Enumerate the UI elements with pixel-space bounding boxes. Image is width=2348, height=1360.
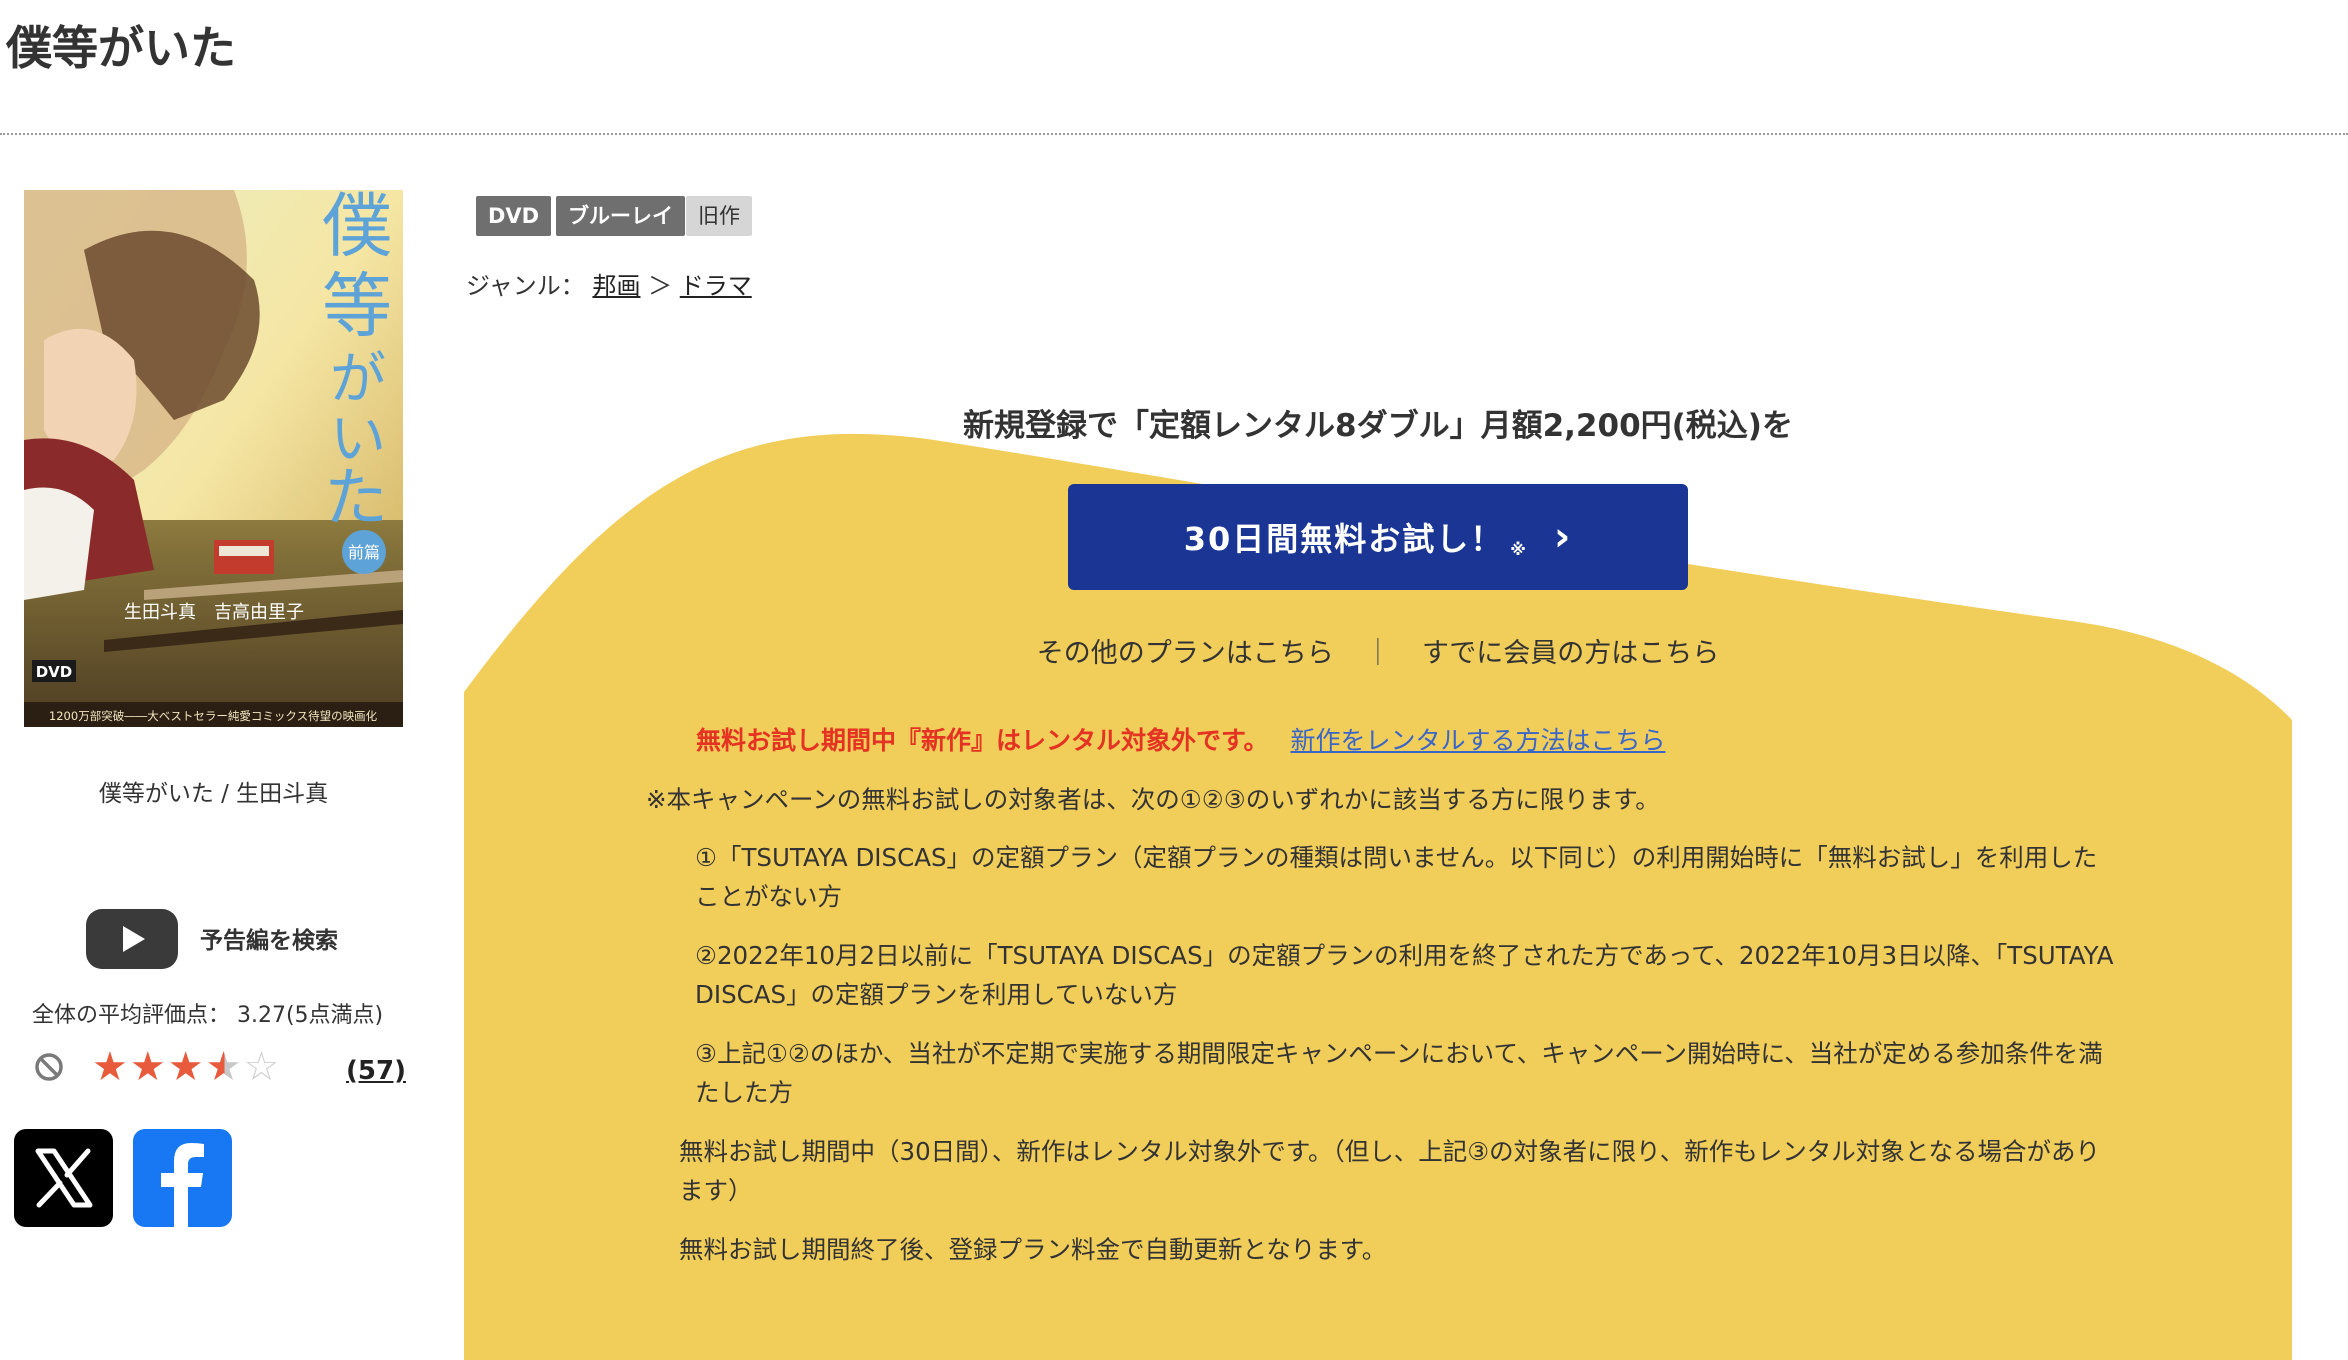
warning-text: 無料お試し期間中『新作』はレンタル対象外です。 bbox=[696, 726, 1269, 755]
star-icon: ★ bbox=[167, 1044, 206, 1090]
campaign-eligibility-intro: ※本キャンペーンの無料お試しの対象者は、次の①②③のいずれかに該当する方に限りま… bbox=[646, 785, 1660, 814]
poster-image[interactable]: 僕 等 が い た 前篇 生田斗真 吉高由里子 DVD 1200万部突破――大ベ… bbox=[24, 190, 403, 727]
genre-link-parent[interactable]: 邦画 bbox=[592, 272, 640, 300]
member-login-link[interactable]: すでに会員の方はこちら bbox=[1422, 638, 1719, 669]
auto-renew-note: 無料お試し期間終了後、登録プラン料金で自動更新となります。 bbox=[679, 1235, 1387, 1264]
play-icon bbox=[123, 926, 145, 952]
genre-breadcrumb: ジャンル： 邦画 ＞ ドラマ bbox=[466, 266, 752, 301]
star-rating[interactable]: ★★★★☆ bbox=[92, 1044, 281, 1090]
trailer-search-link[interactable]: 予告編を検索 bbox=[200, 921, 338, 955]
poster-title-1: 僕 bbox=[322, 190, 392, 267]
new-release-rental-link[interactable]: 新作をレンタルする方法はこちら bbox=[1290, 726, 1665, 755]
free-trial-button[interactable]: 30日間無料お試し！ ※ › bbox=[1068, 484, 1688, 590]
review-count-link[interactable]: (57) bbox=[346, 1056, 406, 1086]
facebook-logo-icon bbox=[161, 1143, 204, 1227]
poster-badge: 前篇 bbox=[348, 543, 380, 562]
title-divider bbox=[0, 133, 2348, 135]
free-trial-note-mark: ※ bbox=[1510, 539, 1526, 559]
poster-artwork: 僕 等 が い た 前篇 生田斗真 吉高由里子 DVD 1200万部突破――大ベ… bbox=[24, 190, 403, 727]
free-trial-label: 30日間無料お試し！ bbox=[1183, 520, 1505, 558]
star-icon: ★ bbox=[92, 1044, 130, 1090]
eligibility-condition-2: ②2022年10月2日以前に「TSUTAYA DISCAS」の定額プランの利用を… bbox=[695, 941, 2114, 1009]
chevron-right-icon: › bbox=[1553, 514, 1573, 560]
poster-caption: 僕等がいた / 生田斗真 bbox=[98, 781, 329, 807]
x-share-button[interactable] bbox=[14, 1129, 113, 1227]
poster-title-2: 等 bbox=[322, 265, 392, 347]
star-icon: ★ bbox=[129, 1044, 168, 1090]
facebook-share-button[interactable] bbox=[133, 1129, 232, 1227]
star-half-icon: ★ bbox=[205, 1044, 244, 1090]
new-release-warning: 無料お試し期間中『新作』はレンタル対象外です。 新作をレンタルする方法はこちら bbox=[696, 721, 1665, 757]
page-title: 僕等がいた bbox=[6, 21, 236, 75]
star-empty-icon: ☆ bbox=[243, 1044, 282, 1090]
tag-old-release: 旧作 bbox=[686, 196, 752, 236]
average-rating: 全体の平均評価点： 3.27(5点満点) bbox=[32, 1003, 384, 1028]
no-entry-icon[interactable] bbox=[33, 1051, 65, 1083]
plan-links-separator: ｜ bbox=[1364, 638, 1392, 669]
eligibility-condition-1: ①「TSUTAYA DISCAS」の定額プラン（定額プランの種類は問いません。以… bbox=[695, 843, 2098, 911]
poster-title-3: が bbox=[330, 347, 386, 412]
eligibility-condition-3: ③上記①②のほか、当社が不定期で実施する期間限定キャンペーンにおいて、キャンペー… bbox=[695, 1039, 2103, 1107]
x-logo-icon bbox=[35, 1148, 93, 1208]
genre-link-child[interactable]: ドラマ bbox=[680, 272, 752, 300]
youtube-play-button[interactable] bbox=[86, 909, 178, 969]
genre-separator: ＞ bbox=[648, 272, 673, 300]
poster-cast: 生田斗真 吉高由里子 bbox=[124, 602, 304, 623]
plan-links: その他のプランはこちら ｜ すでに会員の方はこちら bbox=[464, 631, 2292, 670]
poster-dvd-logo: DVD bbox=[36, 663, 73, 681]
tag-bluray: ブルーレイ bbox=[556, 196, 685, 236]
poster-tagline: 1200万部突破――大ベストセラー純愛コミックス待望の映画化 bbox=[49, 709, 378, 723]
poster-title-5: た bbox=[324, 462, 388, 536]
tag-dvd: DVD bbox=[476, 196, 552, 236]
campaign-heading: 新規登録で「定額レンタル8ダブル」月額2,200円(税込)を bbox=[963, 408, 1793, 444]
trial-period-note: 無料お試し期間中（30日間）、新作はレンタル対象外です。（但し、上記③の対象者に… bbox=[679, 1137, 2100, 1205]
other-plans-link[interactable]: その他のプランはこちら bbox=[1037, 638, 1334, 669]
genre-label: ジャンル： bbox=[466, 272, 585, 300]
